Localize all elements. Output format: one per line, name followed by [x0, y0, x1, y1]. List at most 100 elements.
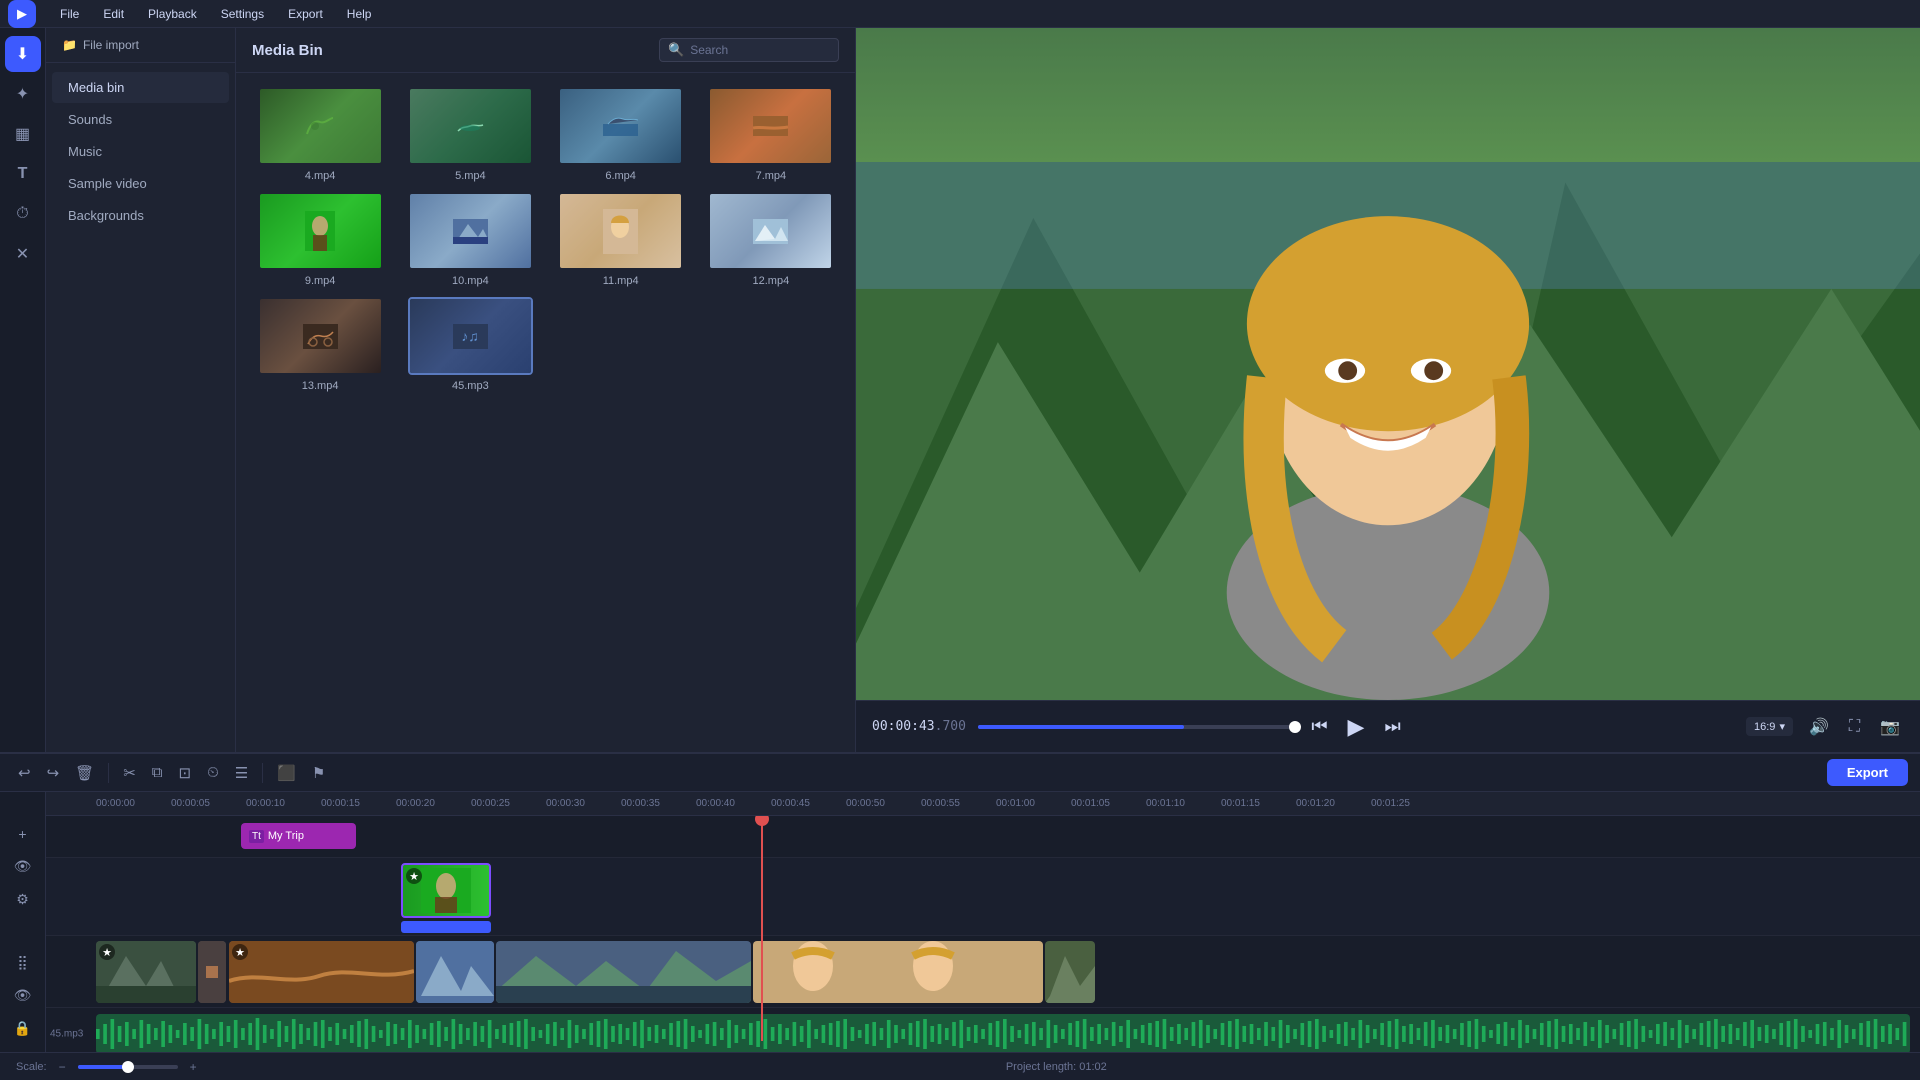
video-clip-6[interactable] [753, 941, 1043, 1003]
skip-back-button[interactable]: ⏮ [1307, 712, 1331, 741]
preview-controls: 00:00:43.700 ⏮ ▶ ⏭ 16:9 ▾ 🔊 ⛶ 📷 [856, 700, 1920, 752]
sidebar-icon-import[interactable]: ⬇ [5, 36, 41, 72]
search-box[interactable]: 🔍 [659, 38, 839, 62]
track-settings-icon[interactable]: ⚙ [12, 887, 33, 912]
ruler-mark: 00:01:15 [1221, 798, 1296, 809]
speed-button[interactable]: ⏲ [201, 760, 225, 785]
delete-button[interactable]: 🗑 [69, 760, 100, 786]
menu-file[interactable]: File [56, 5, 83, 23]
media-label: 45.mp3 [452, 380, 489, 392]
list-item[interactable]: 7.mp4 [701, 87, 841, 182]
title-track: Tt My Trip [46, 816, 1920, 858]
ruler-mark: 00:01:00 [996, 798, 1071, 809]
scale-slider[interactable] [78, 1065, 178, 1069]
sidebar-icon-text[interactable]: T [5, 156, 41, 192]
video-clip-2[interactable] [198, 941, 226, 1003]
marker-button[interactable]: ⬛ [271, 760, 302, 786]
scale-thumb [122, 1061, 134, 1073]
file-import-label: File import [83, 38, 139, 52]
ruler-mark: 00:00:10 [246, 798, 321, 809]
sidebar-item-music[interactable]: Music [52, 136, 229, 167]
media-thumb [408, 87, 533, 165]
list-item[interactable]: 5.mp4 [400, 87, 540, 182]
skip-forward-button[interactable]: ⏭ [1380, 712, 1404, 741]
track-move-icon[interactable]: ⣿ [13, 950, 31, 975]
overlay-clip-green[interactable]: ★ [401, 863, 491, 918]
timeline-left-controls: + 👁 ⚙ ⣿ 👁 🔒 ♪ 🔊 [0, 792, 46, 1052]
sidebar-item-backgrounds[interactable]: Backgrounds [52, 200, 229, 231]
sidebar-icon-layers[interactable]: ▦ [5, 116, 41, 152]
video-clip-5[interactable] [496, 941, 751, 1003]
title-clip[interactable]: Tt My Trip [241, 823, 356, 849]
media-thumb [258, 192, 383, 270]
clip-star-icon-1: ★ [99, 944, 115, 960]
time-display: 00:00:43.700 [872, 719, 966, 734]
scale-minus-icon[interactable]: − [59, 1060, 66, 1074]
ruler-mark: 00:01:10 [1146, 798, 1221, 809]
menu-export[interactable]: Export [284, 5, 327, 23]
fullscreen-button[interactable]: ⛶ [1845, 714, 1864, 740]
search-input[interactable] [690, 43, 820, 57]
menu-help[interactable]: Help [343, 5, 376, 23]
align-button[interactable]: ☰ [229, 760, 254, 786]
scale-plus-icon[interactable]: + [190, 1060, 197, 1074]
list-item[interactable]: ♪♫ 45.mp3 [400, 297, 540, 392]
undo-button[interactable]: ↩ [12, 760, 37, 786]
sidebar-icon-effects[interactable]: ✦ [5, 76, 41, 112]
thumb-6mp4 [560, 89, 681, 163]
sidebar-icon-tools[interactable]: ✕ [5, 236, 41, 272]
export-button[interactable]: Export [1827, 759, 1908, 786]
cut-button[interactable]: ✂ [117, 760, 142, 786]
sidebar-icon-clock[interactable]: ⏱ [5, 196, 41, 232]
thumb-11mp4 [560, 194, 681, 268]
sidebar-item-sounds[interactable]: Sounds [52, 104, 229, 135]
play-button[interactable]: ▶ [1344, 710, 1369, 744]
menu-settings[interactable]: Settings [217, 5, 268, 23]
media-label: 6.mp4 [605, 170, 636, 182]
volume-button[interactable]: 🔊 [1805, 713, 1833, 741]
audio-waveform[interactable]: // Generate waveform bars via inline svg [96, 1014, 1910, 1052]
ruler-mark: 00:00:05 [171, 798, 246, 809]
sidebar-item-sample-video[interactable]: Sample video [52, 168, 229, 199]
audio-track: 45.mp3 // Generate waveform bars via inl… [46, 1008, 1920, 1052]
media-thumb [708, 192, 833, 270]
menu-playback[interactable]: Playback [144, 5, 201, 23]
preview-progress-bar[interactable] [978, 725, 1295, 729]
track-eye-2-icon[interactable]: 👁 [10, 983, 36, 1008]
ruler-mark: 00:01:25 [1371, 798, 1446, 809]
list-item[interactable]: 12.mp4 [701, 192, 841, 287]
video-clip-7[interactable] [1045, 941, 1095, 1003]
sidebar-item-media-bin[interactable]: Media bin [52, 72, 229, 103]
aspect-ratio-selector[interactable]: 16:9 ▾ [1746, 717, 1793, 736]
list-item[interactable]: 6.mp4 [551, 87, 691, 182]
list-item[interactable]: 4.mp4 [250, 87, 390, 182]
toolbar-divider-2 [262, 763, 263, 783]
flag-button[interactable]: ⚑ [306, 760, 331, 786]
list-item[interactable]: 9.mp4 [250, 192, 390, 287]
list-item[interactable]: 13.mp4 [250, 297, 390, 392]
scale-label: Scale: [16, 1061, 47, 1073]
sidebar-icons: ⬇ ✦ ▦ T ⏱ ✕ [0, 28, 46, 752]
crop-button[interactable]: ⊡ [173, 760, 198, 786]
playhead[interactable] [761, 816, 763, 1041]
bottom-bar: Scale: − + Project length: 01:02 [0, 1052, 1920, 1080]
copy-button[interactable]: ⧉ [146, 760, 169, 785]
track-lock-icon[interactable]: 🔒 [10, 1016, 35, 1041]
list-item[interactable]: 11.mp4 [551, 192, 691, 287]
list-item[interactable]: 10.mp4 [400, 192, 540, 287]
media-label: 5.mp4 [455, 170, 486, 182]
video-clip-3[interactable]: ★ [229, 941, 414, 1003]
video-clip-4[interactable] [416, 941, 494, 1003]
menu-edit[interactable]: Edit [99, 5, 128, 23]
video-clip-1[interactable]: ★ [96, 941, 196, 1003]
media-thumb [258, 297, 383, 375]
screenshot-button[interactable]: 📷 [1876, 713, 1904, 741]
timeline-ruler: 00:00:00 00:00:05 00:00:10 00:00:15 00:0… [46, 792, 1920, 816]
track-add-icon[interactable]: + [14, 822, 30, 846]
thumb-13mp4 [260, 299, 381, 373]
overlay-clip-blue[interactable] [401, 921, 491, 933]
file-import-button[interactable]: 📁 File import [56, 34, 225, 56]
thumb-12mp4 [710, 194, 831, 268]
track-eye-icon[interactable]: 👁 [10, 854, 36, 879]
redo-button[interactable]: ↪ [41, 760, 66, 786]
